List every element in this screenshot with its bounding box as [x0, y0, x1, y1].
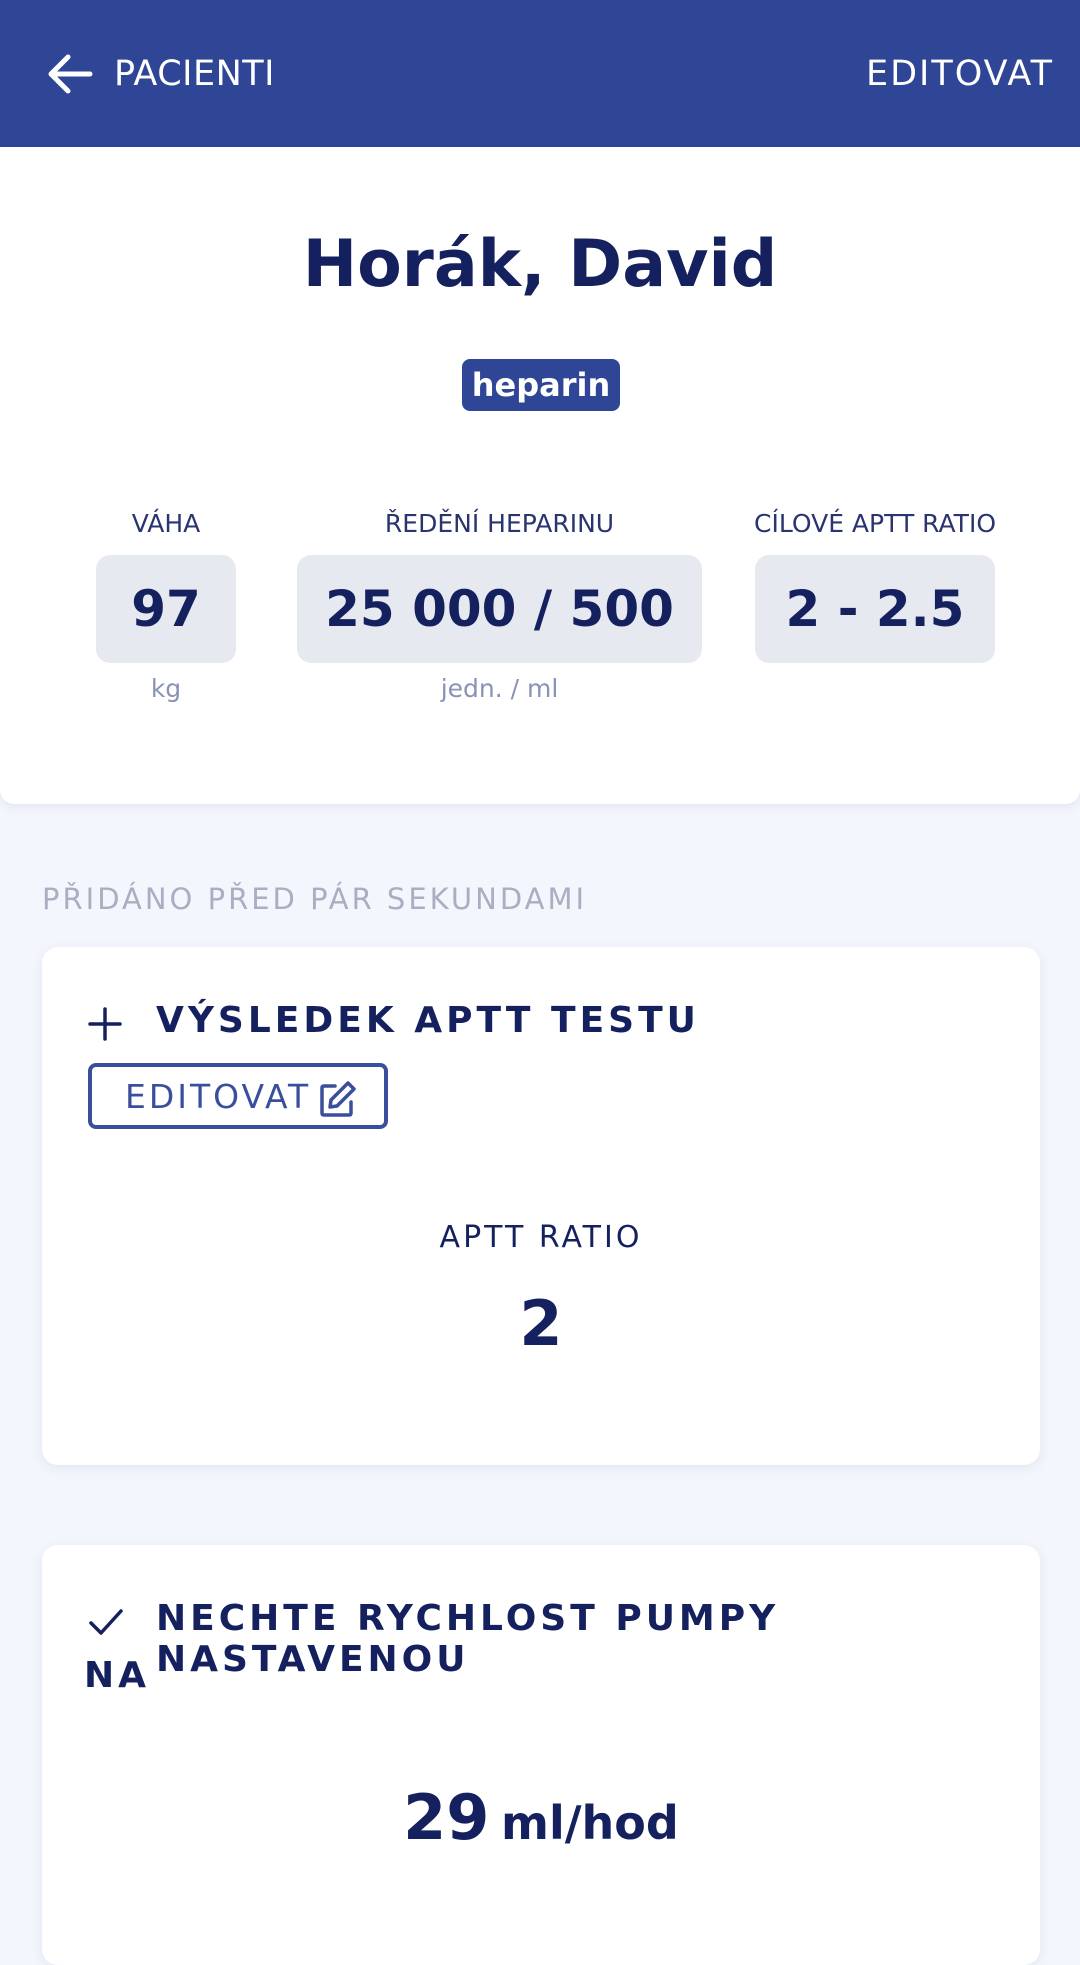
plus-icon: [88, 1007, 122, 1045]
weight-unit: kg: [150, 674, 182, 703]
patient-name: Horák, David: [302, 227, 778, 302]
pump-rate-unit: ml/hod: [501, 1796, 679, 1850]
target-aptt-label: CÍLOVÉ APTT RATIO: [753, 509, 997, 538]
aptt-test-title: VÝSLEDEK APTT TESTU: [156, 1000, 700, 1041]
top-app-bar: PACIENTI EDITOVAT: [0, 0, 1080, 147]
aptt-ratio-label: APTT RATIO: [439, 1220, 643, 1255]
heparin-dilution-label: ŘEDĚNÍ HEPARINU: [384, 509, 615, 538]
patient-card: Horák, David heparin VÁHA 97 kg ŘEDĚNÍ H…: [0, 147, 1080, 804]
medication-badge: heparin: [462, 359, 620, 411]
arrow-left-icon: [46, 52, 94, 96]
history-timestamp-label: PŘIDÁNO PŘED PÁR SEKUNDAMI: [42, 882, 588, 916]
heparin-dilution-value: 25 000 / 500: [297, 555, 702, 663]
heparin-dilution-unit: jedn. / ml: [440, 674, 559, 703]
aptt-ratio-value: 2: [519, 1287, 563, 1360]
edit-test-label: EDITOVAT: [125, 1076, 312, 1116]
pump-rate-value: 29: [403, 1781, 490, 1854]
pump-rate: 29 ml/hod: [42, 1781, 1040, 1854]
weight-value: 97: [96, 555, 236, 663]
weight-label: VÁHA: [131, 509, 201, 538]
pump-rate-card: NECHTE RYCHLOST PUMPY NASTAVENOU NA 29 m…: [42, 1545, 1040, 1965]
target-aptt-value: 2 - 2.5: [755, 555, 995, 663]
check-icon: [88, 1607, 124, 1641]
edit-icon: [318, 1079, 358, 1123]
back-button[interactable]: PACIENTI: [46, 48, 275, 100]
edit-test-button[interactable]: EDITOVAT: [88, 1063, 388, 1129]
edit-patient-button[interactable]: EDITOVAT: [866, 48, 1054, 100]
back-label: PACIENTI: [114, 54, 275, 94]
aptt-test-card: VÝSLEDEK APTT TESTU EDITOVAT APTT RATIO …: [42, 947, 1040, 1465]
pump-instruction-line2: NA: [84, 1655, 150, 1696]
pump-instruction-line1: NECHTE RYCHLOST PUMPY NASTAVENOU: [156, 1598, 780, 1680]
